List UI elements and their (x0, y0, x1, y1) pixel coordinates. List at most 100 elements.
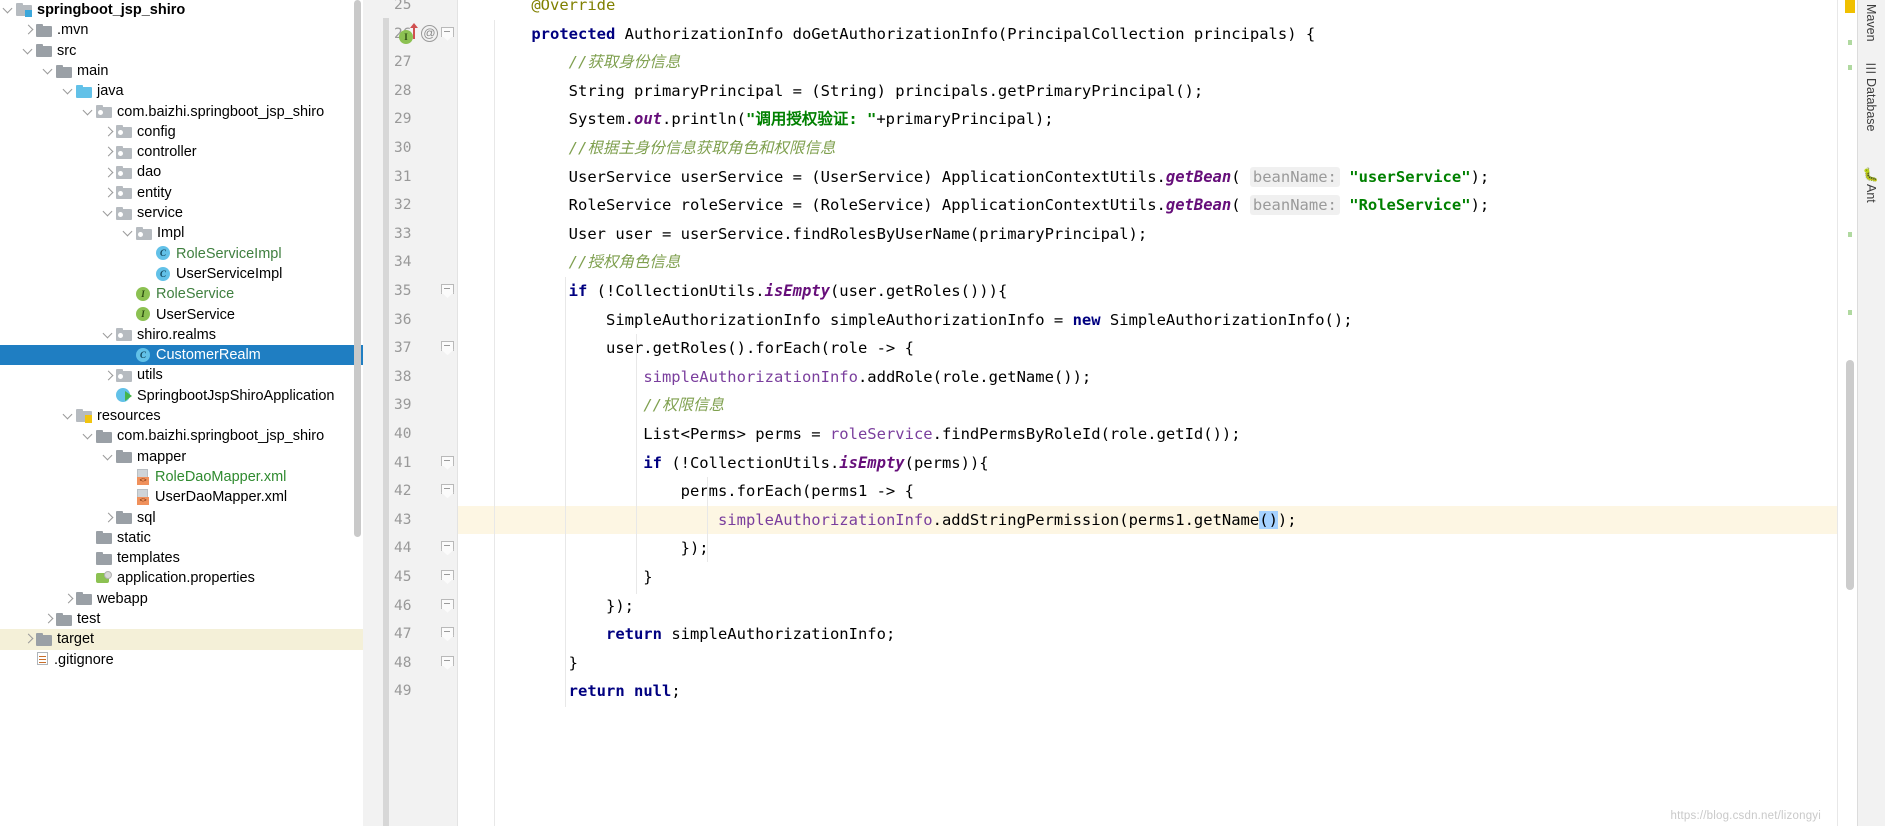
tree-item-service[interactable]: service (0, 203, 363, 223)
tree-item-customerrealm[interactable]: C CustomerRealm (0, 345, 363, 366)
tree-item-test[interactable]: test (0, 609, 363, 629)
tool-button-database[interactable]: ☰ Database (1857, 62, 1885, 132)
chevron-right-icon[interactable] (102, 122, 116, 142)
code-line[interactable]: return simpleAuthorizationInfo; (458, 620, 1857, 649)
tree-item-main[interactable]: main (0, 61, 363, 81)
tree-item-mapper[interactable]: mapper (0, 447, 363, 467)
marker-stripe[interactable] (1848, 310, 1852, 315)
code-line[interactable]: User user = userService.findRolesByUserN… (458, 220, 1857, 249)
tree-item-com-baizhi-springboot-jsp-shiro[interactable]: com.baizhi.springboot_jsp_shiro (0, 102, 363, 122)
chevron-right-icon[interactable] (102, 366, 116, 386)
code-area[interactable]: @Override protected AuthorizationInfo do… (458, 0, 1857, 826)
code-line[interactable]: protected AuthorizationInfo doGetAuthori… (458, 20, 1857, 49)
implementing-method-icon[interactable]: I (399, 27, 413, 45)
code-editor[interactable]: 2526272829303132333435363738394041424344… (363, 0, 1857, 826)
code-fold-handle[interactable] (441, 284, 454, 298)
chevron-down-icon[interactable] (122, 223, 136, 243)
tree-item-templates[interactable]: templates (0, 548, 363, 568)
tree-item-controller[interactable]: controller (0, 142, 363, 162)
chevron-down-icon[interactable] (62, 81, 76, 101)
chevron-down-icon[interactable] (82, 102, 96, 122)
annotation-gutter-icon[interactable]: @ (421, 24, 438, 42)
tree-item-mvn[interactable]: .mvn (0, 20, 363, 40)
tree-item-src[interactable]: src (0, 41, 363, 61)
code-line[interactable]: SimpleAuthorizationInfo simpleAuthorizat… (458, 306, 1857, 335)
code-line[interactable]: } (458, 649, 1857, 678)
code-line[interactable]: }); (458, 534, 1857, 563)
chevron-down-icon[interactable] (42, 61, 56, 81)
code-line[interactable]: if (!CollectionUtils.isEmpty(perms)){ (458, 449, 1857, 478)
tree-item-roleservice[interactable]: I RoleService (0, 284, 363, 304)
code-line[interactable]: UserService userService = (UserService) … (458, 163, 1857, 192)
inspection-status-indicator[interactable] (1845, 0, 1855, 13)
chevron-down-icon[interactable] (82, 426, 96, 446)
marker-stripe[interactable] (1848, 40, 1852, 45)
chevron-right-icon[interactable] (102, 183, 116, 203)
code-line[interactable]: //根据主身份信息获取角色和权限信息 (458, 134, 1857, 163)
project-tool-window[interactable]: springboot_jsp_shiro .mvn src main java com.b… (0, 0, 363, 826)
tree-item-target[interactable]: target (0, 629, 363, 650)
code-fold-handle[interactable] (441, 455, 454, 470)
chevron-down-icon[interactable] (62, 406, 76, 426)
code-line[interactable]: user.getRoles().forEach(role -> { (458, 334, 1857, 363)
tool-button-ant[interactable]: 🐛 Ant (1857, 168, 1885, 203)
tree-item-userdaomapper-xml[interactable]: UserDaoMapper.xml (0, 487, 363, 507)
tree-item-springbootjspshiroapplication[interactable]: SpringbootJspShiroApplication (0, 386, 363, 406)
tree-item-dao[interactable]: dao (0, 162, 363, 182)
tree-item-config[interactable]: config (0, 122, 363, 142)
chevron-right-icon[interactable] (42, 609, 56, 629)
project-tree-scrollbar[interactable] (354, 0, 361, 537)
code-fold-handle[interactable] (441, 570, 454, 584)
tree-item-com-baizhi-springboot-jsp-shiro[interactable]: com.baizhi.springboot_jsp_shiro (0, 426, 363, 446)
tree-item-shiro-realms[interactable]: shiro.realms (0, 325, 363, 345)
code-fold-handle[interactable] (441, 627, 454, 641)
chevron-down-icon[interactable] (102, 447, 116, 467)
tree-item-springboot-jsp-shiro[interactable]: springboot_jsp_shiro (0, 0, 363, 20)
code-line[interactable]: @Override (458, 0, 1857, 20)
chevron-down-icon[interactable] (22, 41, 36, 61)
code-line[interactable]: } (458, 563, 1857, 592)
tree-item-roledaomapper-xml[interactable]: RoleDaoMapper.xml (0, 467, 363, 487)
editor-vertical-scrollbar[interactable] (1846, 360, 1854, 590)
editor-marker-bar[interactable] (1837, 0, 1857, 826)
code-fold-handle[interactable] (441, 598, 454, 613)
code-fold-handle[interactable] (441, 341, 454, 355)
chevron-right-icon[interactable] (102, 142, 116, 162)
tree-item-roleserviceimpl[interactable]: C RoleServiceImpl (0, 244, 363, 264)
code-line[interactable]: System.out.println("调用授权验证: "+primaryPri… (458, 105, 1857, 134)
chevron-right-icon[interactable] (102, 163, 116, 183)
code-fold-handle[interactable] (441, 484, 454, 498)
code-fold-handle[interactable] (441, 26, 454, 41)
tree-item-impl[interactable]: Impl (0, 223, 363, 243)
marker-stripe[interactable] (1848, 65, 1852, 70)
tree-item-sql[interactable]: sql (0, 508, 363, 528)
code-line[interactable]: //授权角色信息 (458, 248, 1857, 277)
code-line[interactable]: //权限信息 (458, 391, 1857, 420)
tree-item-resources[interactable]: resources (0, 406, 363, 426)
chevron-right-icon[interactable] (22, 20, 36, 40)
code-line[interactable]: List<Perms> perms = roleService.findPerm… (458, 420, 1857, 449)
code-line[interactable]: //获取身份信息 (458, 48, 1857, 77)
tree-item-java[interactable]: java (0, 81, 363, 101)
code-line[interactable]: simpleAuthorizationInfo.addStringPermiss… (458, 505, 1857, 535)
editor-gutter[interactable]: 2526272829303132333435363738394041424344… (363, 0, 458, 826)
tool-button-maven[interactable]: Maven (1857, 4, 1885, 42)
code-line[interactable]: String primaryPrincipal = (String) princ… (458, 77, 1857, 106)
chevron-down-icon[interactable] (2, 0, 16, 20)
chevron-down-icon[interactable] (102, 203, 116, 223)
tree-item-utils[interactable]: utils (0, 365, 363, 385)
code-line[interactable]: if (!CollectionUtils.isEmpty(user.getRol… (458, 277, 1857, 306)
marker-stripe[interactable] (1848, 232, 1852, 237)
right-tool-window-strip[interactable]: Maven ☰ Database 🐛 Ant (1857, 0, 1885, 826)
code-fold-handle[interactable] (441, 541, 454, 555)
code-line[interactable]: perms.forEach(perms1 -> { (458, 477, 1857, 506)
tree-item-static[interactable]: static (0, 528, 363, 548)
code-fold-handle[interactable] (441, 655, 454, 670)
tree-item-userservice[interactable]: I UserService (0, 305, 363, 325)
code-line[interactable]: }); (458, 592, 1857, 621)
code-line[interactable]: simpleAuthorizationInfo.addRole(role.get… (458, 363, 1857, 392)
chevron-down-icon[interactable] (102, 325, 116, 345)
code-line[interactable]: return null; (458, 677, 1857, 706)
tree-item-entity[interactable]: entity (0, 183, 363, 203)
chevron-right-icon[interactable] (102, 508, 116, 528)
